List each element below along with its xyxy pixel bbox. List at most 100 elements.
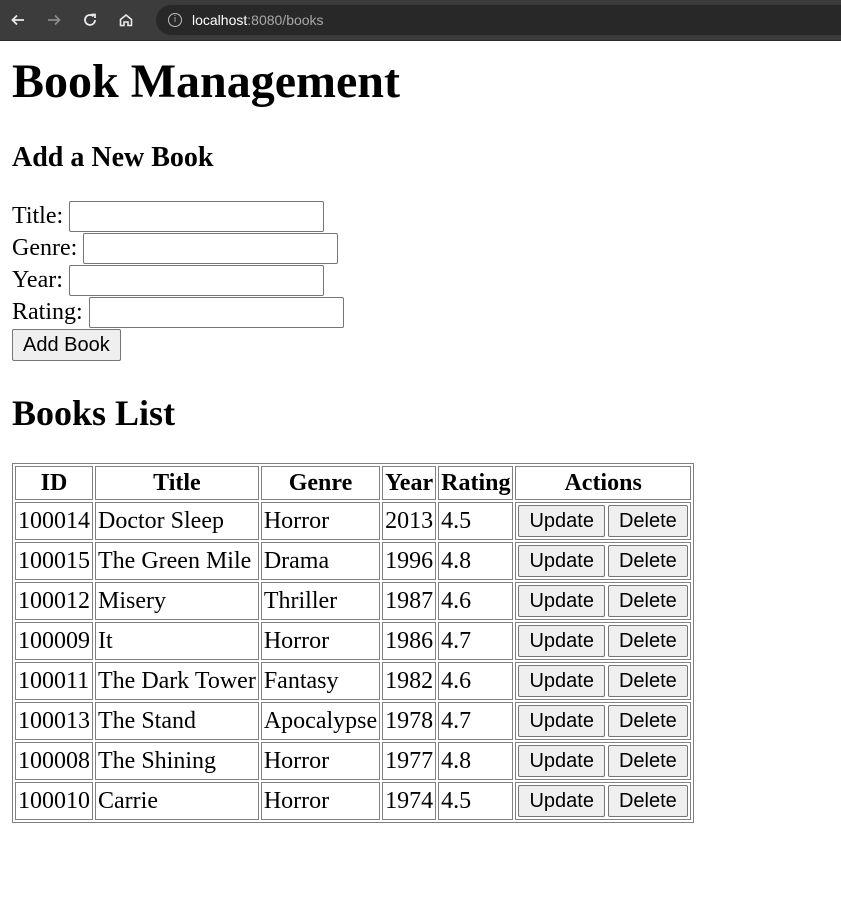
cell-title: It bbox=[95, 622, 259, 660]
header-genre: Genre bbox=[260, 466, 381, 500]
cell-rating: 4.8 bbox=[438, 742, 514, 780]
cell-title: The Green Mile bbox=[95, 542, 259, 580]
page-title: Book Management bbox=[12, 55, 400, 108]
url-path: :8080/books bbox=[247, 12, 324, 28]
cell-actions: Update Delete bbox=[515, 502, 691, 540]
page-content: Book Management Add a New Book Title: Ge… bbox=[0, 56, 841, 823]
title-row: Title: bbox=[12, 200, 829, 232]
cell-id: 100009 bbox=[15, 622, 93, 660]
delete-button[interactable]: Delete bbox=[607, 665, 688, 697]
cell-title: Misery bbox=[95, 582, 259, 620]
cell-id: 100011 bbox=[15, 662, 93, 700]
cell-actions: Update Delete bbox=[515, 582, 691, 620]
cell-title: The Shining bbox=[95, 742, 259, 780]
delete-button[interactable]: Delete bbox=[607, 745, 688, 777]
update-button[interactable]: Update bbox=[518, 625, 605, 657]
delete-button[interactable]: Delete bbox=[607, 545, 688, 577]
cell-year: 1982 bbox=[382, 662, 437, 700]
genre-input[interactable] bbox=[83, 232, 339, 264]
cell-actions: Update Delete bbox=[515, 782, 691, 820]
add-book-button[interactable]: Add Book bbox=[12, 329, 121, 361]
cell-year: 1978 bbox=[382, 702, 437, 740]
update-button[interactable]: Update bbox=[518, 585, 605, 617]
update-button[interactable]: Update bbox=[518, 665, 605, 697]
update-button[interactable]: Update bbox=[518, 545, 605, 577]
table-row: 100015 The Green Mile Drama 1996 4.8 Update De… bbox=[15, 542, 691, 580]
genre-label: Genre: bbox=[12, 234, 78, 261]
cell-actions: Update Delete bbox=[515, 622, 691, 660]
rating-input[interactable] bbox=[88, 296, 344, 328]
table-row: 100014 Doctor Sleep Horror 2013 4.5 Update Del… bbox=[15, 502, 691, 540]
forward-icon[interactable] bbox=[36, 2, 72, 38]
year-row: Year: bbox=[12, 264, 829, 296]
add-book-form: Title: Genre: Year: Rating: Add Book bbox=[12, 200, 829, 361]
update-button[interactable]: Update bbox=[518, 505, 605, 537]
table-row: 100011 The Dark Tower Fantasy 1982 4.6 Update… bbox=[15, 662, 691, 700]
rating-row: Rating: bbox=[12, 296, 829, 328]
delete-button[interactable]: Delete bbox=[607, 585, 688, 617]
books-table: ID Title Genre Year Rating Actions 10001… bbox=[12, 463, 694, 823]
cell-year: 2013 bbox=[382, 502, 437, 540]
header-year: Year bbox=[382, 466, 437, 500]
title-input[interactable] bbox=[69, 200, 325, 232]
table-row: 100010 Carrie Horror 1974 4.5 Update Delete bbox=[15, 782, 691, 820]
header-rating: Rating bbox=[438, 466, 514, 500]
reload-icon[interactable] bbox=[72, 2, 108, 38]
cell-id: 100008 bbox=[15, 742, 93, 780]
cell-genre: Fantasy bbox=[260, 662, 381, 700]
cell-rating: 4.7 bbox=[438, 702, 514, 740]
cell-rating: 4.5 bbox=[438, 502, 514, 540]
browser-toolbar: i localhost:8080/books bbox=[0, 0, 841, 40]
cell-genre: Thriller bbox=[260, 582, 381, 620]
books-table-body: 100014 Doctor Sleep Horror 2013 4.5 Update Del… bbox=[15, 502, 691, 820]
cell-id: 100015 bbox=[15, 542, 93, 580]
cell-actions: Update Delete bbox=[515, 742, 691, 780]
cell-genre: Apocalypse bbox=[260, 702, 381, 740]
rating-label: Rating: bbox=[12, 298, 83, 325]
year-label: Year: bbox=[12, 266, 63, 293]
cell-title: Doctor Sleep bbox=[95, 502, 259, 540]
cell-id: 100014 bbox=[15, 502, 93, 540]
cell-year: 1987 bbox=[382, 582, 437, 620]
delete-button[interactable]: Delete bbox=[607, 505, 688, 537]
add-book-heading: Add a New Book bbox=[12, 142, 214, 173]
address-bar[interactable]: i localhost:8080/books bbox=[156, 5, 841, 35]
delete-button[interactable]: Delete bbox=[607, 785, 688, 817]
site-info-icon[interactable]: i bbox=[168, 13, 182, 27]
delete-button[interactable]: Delete bbox=[607, 625, 688, 657]
cell-rating: 4.6 bbox=[438, 662, 514, 700]
cell-id: 100013 bbox=[15, 702, 93, 740]
cell-year: 1996 bbox=[382, 542, 437, 580]
delete-button[interactable]: Delete bbox=[607, 705, 688, 737]
home-icon[interactable] bbox=[108, 2, 144, 38]
cell-genre: Horror bbox=[260, 502, 381, 540]
cell-actions: Update Delete bbox=[515, 542, 691, 580]
year-input[interactable] bbox=[68, 264, 324, 296]
books-list-heading: Books List bbox=[12, 393, 176, 433]
header-actions: Actions bbox=[515, 466, 691, 500]
header-title: Title bbox=[95, 466, 259, 500]
cell-genre: Horror bbox=[260, 742, 381, 780]
update-button[interactable]: Update bbox=[518, 745, 605, 777]
cell-id: 100010 bbox=[15, 782, 93, 820]
table-row: 100009 It Horror 1986 4.7 Update Delete bbox=[15, 622, 691, 660]
cell-genre: Drama bbox=[260, 542, 381, 580]
cell-year: 1986 bbox=[382, 622, 437, 660]
cell-title: The Stand bbox=[95, 702, 259, 740]
cell-year: 1977 bbox=[382, 742, 437, 780]
cell-genre: Horror bbox=[260, 782, 381, 820]
table-header-row: ID Title Genre Year Rating Actions bbox=[15, 466, 691, 500]
cell-rating: 4.8 bbox=[438, 542, 514, 580]
url-host: localhost bbox=[192, 12, 248, 28]
cell-title: Carrie bbox=[95, 782, 259, 820]
cell-id: 100012 bbox=[15, 582, 93, 620]
back-icon[interactable] bbox=[0, 2, 36, 38]
update-button[interactable]: Update bbox=[518, 705, 605, 737]
cell-title: The Dark Tower bbox=[95, 662, 259, 700]
genre-row: Genre: bbox=[12, 232, 829, 264]
cell-rating: 4.5 bbox=[438, 782, 514, 820]
cell-rating: 4.7 bbox=[438, 622, 514, 660]
update-button[interactable]: Update bbox=[518, 785, 605, 817]
cell-genre: Horror bbox=[260, 622, 381, 660]
table-row: 100008 The Shining Horror 1977 4.8 Update Dele… bbox=[15, 742, 691, 780]
